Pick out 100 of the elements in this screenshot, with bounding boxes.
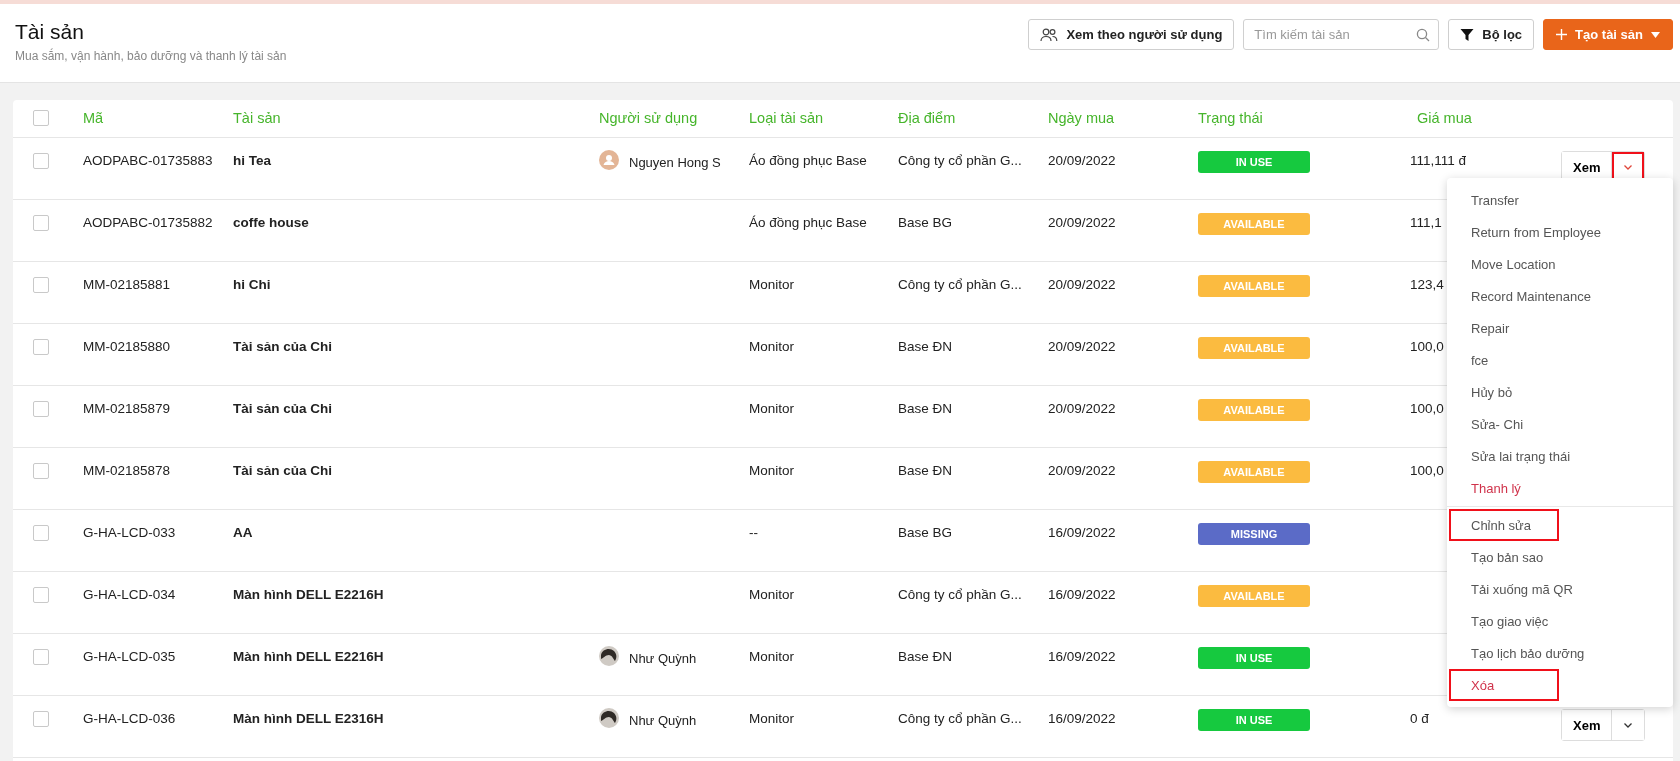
menu-item[interactable]: Transfer — [1449, 184, 1541, 216]
purchase-price: 111,1 — [1410, 215, 1442, 230]
asset-location: Base ĐN — [898, 401, 953, 416]
row-checkbox[interactable] — [33, 339, 49, 355]
menu-item[interactable]: Sửa lai trạng thái — [1449, 440, 1593, 472]
column-header: Loại tài sản — [749, 109, 825, 128]
asset-name: hi Tea — [233, 153, 271, 168]
avatar-icon — [599, 150, 619, 170]
row-checkbox[interactable] — [33, 153, 49, 169]
asset-location: Công ty cổ phần G... — [898, 153, 1022, 168]
menu-item[interactable]: Xóa — [1449, 669, 1559, 701]
status-badge: AVAILABLE — [1198, 275, 1310, 297]
purchase-date: 16/09/2022 — [1048, 711, 1116, 726]
asset-location: Công ty cổ phần G... — [898, 711, 1022, 726]
purchase-date: 16/09/2022 — [1048, 649, 1116, 664]
purchase-date: 20/09/2022 — [1048, 153, 1116, 168]
column-header: Người sử dụng — [599, 109, 699, 128]
asset-type: Monitor — [749, 711, 794, 726]
caret-icon — [1651, 31, 1660, 38]
row-checkbox[interactable] — [33, 525, 49, 541]
row-checkbox[interactable] — [33, 587, 49, 603]
menu-item[interactable]: Tạo bản sao — [1449, 541, 1566, 573]
menu-item[interactable]: Repair — [1449, 312, 1532, 344]
chevron-down-icon — [1624, 722, 1633, 728]
purchase-date: 20/09/2022 — [1048, 463, 1116, 478]
asset-location: Base BG — [898, 525, 953, 540]
status-badge: IN USE — [1198, 151, 1310, 173]
column-header: Trạng thái — [1198, 109, 1264, 128]
user-name: Như Quỳnh — [629, 650, 697, 666]
asset-type: Monitor — [749, 649, 794, 664]
column-header: Địa điểm — [898, 109, 957, 128]
filter-icon — [1460, 27, 1475, 42]
row-checkbox[interactable] — [33, 463, 49, 479]
asset-type: -- — [749, 525, 758, 540]
purchase-date: 20/09/2022 — [1048, 339, 1116, 354]
menu-item[interactable]: Tạo lịch bảo dưỡng — [1449, 637, 1607, 669]
user-name: Như Quỳnh — [629, 712, 697, 728]
menu-item[interactable]: Move Location — [1449, 248, 1578, 280]
column-header: Giá mua — [1416, 109, 1473, 128]
asset-location: Base ĐN — [898, 649, 953, 664]
asset-name: Tài sản của Chi — [233, 463, 333, 478]
status-badge: IN USE — [1198, 647, 1310, 669]
select-all-checkbox[interactable] — [33, 110, 49, 126]
menu-item[interactable]: Thanh lý — [1449, 472, 1543, 504]
asset-code: G-HA-LCD-035 — [83, 649, 176, 664]
asset-code: AODPABC-01735883 — [83, 153, 213, 168]
row-checkbox[interactable] — [33, 401, 49, 417]
menu-item[interactable]: Sửa- Chi — [1449, 408, 1546, 440]
column-header: Tài sản — [233, 109, 282, 128]
avatar-icon — [599, 708, 619, 728]
asset-code: MM-02185878 — [83, 463, 171, 478]
view-button[interactable]: Xem — [1562, 710, 1613, 740]
purchase-price: 100,0 — [1410, 463, 1444, 478]
purchase-date: 20/09/2022 — [1048, 277, 1116, 292]
purchase-date: 16/09/2022 — [1048, 587, 1116, 602]
purchase-date: 20/09/2022 — [1048, 401, 1116, 416]
purchase-price: 0 đ — [1410, 711, 1429, 726]
asset-code: G-HA-LCD-033 — [83, 525, 176, 540]
purchase-date: 16/09/2022 — [1048, 525, 1116, 540]
asset-name: Màn hình DELL E2216H — [233, 649, 384, 664]
row-checkbox[interactable] — [33, 215, 49, 231]
status-badge: AVAILABLE — [1198, 213, 1310, 235]
column-header: Ngày mua — [1048, 109, 1116, 128]
asset-type: Monitor — [749, 339, 794, 354]
purchase-price: 123,4 — [1410, 277, 1444, 292]
menu-item[interactable]: Return from Employee — [1449, 216, 1624, 248]
asset-code: G-HA-LCD-034 — [83, 587, 176, 602]
asset-type: Áo đồng phục Base — [749, 153, 867, 168]
row-checkbox[interactable] — [33, 649, 49, 665]
menu-item[interactable]: Tạo giao việc — [1449, 605, 1571, 637]
asset-name: coffe house — [233, 215, 309, 230]
status-badge: IN USE — [1198, 709, 1310, 731]
view-by-user-button[interactable]: Xem theo người sử dụng — [1028, 19, 1235, 50]
asset-location: Base BG — [898, 215, 953, 230]
asset-name: Màn hình DELL E2316H — [233, 711, 384, 726]
status-badge: AVAILABLE — [1198, 337, 1310, 359]
menu-item[interactable]: Hủy bỏ — [1449, 376, 1535, 408]
row-checkbox[interactable] — [33, 711, 49, 727]
asset-name: Màn hình DELL E2216H — [233, 587, 384, 602]
menu-item[interactable]: Tải xuống mã QR — [1449, 573, 1595, 605]
asset-code: MM-02185880 — [83, 339, 171, 354]
menu-item[interactable]: Chỉnh sửa — [1449, 509, 1559, 541]
search-field[interactable]: Tìm kiếm tài sản — [1243, 19, 1440, 50]
avatar-icon — [599, 646, 619, 666]
asset-code: G-HA-LCD-036 — [83, 711, 176, 726]
asset-type: Monitor — [749, 463, 794, 478]
user-name: Nguyen Hong S — [629, 154, 721, 170]
row-checkbox[interactable] — [33, 277, 49, 293]
menu-item[interactable]: fce — [1449, 344, 1511, 376]
asset-location: Base ĐN — [898, 463, 953, 478]
status-badge: AVAILABLE — [1198, 585, 1310, 607]
asset-code: MM-02185881 — [83, 277, 171, 292]
users-icon — [1040, 27, 1059, 42]
purchase-price: 100,0 — [1410, 339, 1444, 354]
menu-item[interactable]: Record Maintenance — [1449, 280, 1613, 312]
filter-button[interactable]: Bộ lọc — [1448, 19, 1535, 50]
asset-location: Công ty cổ phần G... — [898, 277, 1022, 292]
asset-name: AA — [233, 525, 253, 540]
status-badge: MISSING — [1198, 523, 1310, 545]
page-subtitle: Mua sắm, vận hành, bảo dưỡng và thanh lý tài sản — [15, 49, 287, 63]
